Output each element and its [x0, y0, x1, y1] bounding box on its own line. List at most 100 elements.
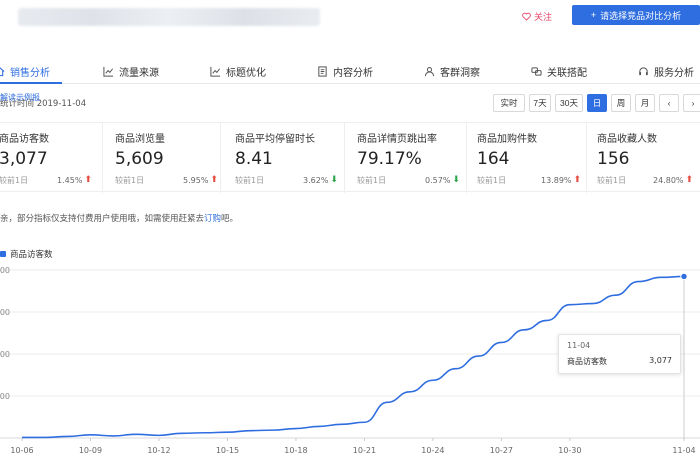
metric-compare: 较前1日 [357, 176, 387, 185]
line-chart-icon [103, 66, 114, 77]
tab-label: 销售分析 [10, 67, 50, 79]
legend-label: 商品访客数 [10, 250, 53, 260]
metric-pct: 5.95% [183, 175, 209, 185]
tab-related-matching[interactable]: 关联搭配 [531, 58, 587, 84]
tab-label: 内容分析 [333, 67, 373, 79]
tooltip-series: 商品访客数 [567, 357, 607, 366]
metric-compare: 较前1日 [597, 176, 627, 185]
period-30days-button[interactable]: 30天 [555, 94, 583, 112]
tab-label: 标题优化 [226, 67, 266, 79]
x-tick-label: 11-04 [672, 446, 695, 455]
tab-service-analysis[interactable]: 服务分析 [638, 58, 694, 84]
y-tick-label: 800 [0, 392, 10, 401]
metric-compare: 较前1日 [235, 176, 265, 185]
subscribe-link[interactable]: 订购 [204, 214, 221, 224]
period-day-button[interactable]: 日 [587, 94, 607, 112]
x-tick-label: 10-12 [147, 446, 170, 455]
metric-value: 8.41 [235, 149, 273, 169]
users-icon [424, 66, 435, 76]
paid-feature-notice: 亲，部分指标仅支持付费用户使用哦，如需使用赶紧去订购吧。 [0, 212, 238, 224]
metric-value: 164 [477, 149, 510, 169]
metric-change: 1.45% ⬆ [57, 175, 92, 185]
compare-button-label: 请选择竞品对比分析 [600, 10, 682, 21]
tab-customer-insight[interactable]: 客群洞察 [424, 58, 480, 84]
metric-avg-stay[interactable]: 商品平均停留时长 8.41 较前1日 3.62% ⬇ [221, 123, 345, 193]
follow-label: 关注 [534, 13, 553, 23]
analysis-tabs: 销售分析 流量来源 标题优化 内容分析 客群洞察 关联搭配 服务分析 [0, 58, 700, 84]
plus-icon: + [590, 10, 597, 20]
metric-compare: 较前1日 [477, 176, 507, 185]
notice-text: 亲，部分指标仅支持付费用户使用哦，如需使用赶紧去 [0, 214, 205, 224]
period-7days-button[interactable]: 7天 [529, 94, 551, 112]
tab-traffic-source[interactable]: 流量来源 [103, 58, 159, 84]
metric-change: 13.89% ⬆ [541, 175, 581, 185]
y-tick-label: 3,200 [0, 266, 10, 275]
blurred-product-title [18, 8, 320, 26]
metric-compare: 较前1日 [0, 176, 29, 185]
x-tick-label: 10-15 [216, 446, 239, 455]
arrow-down-icon: ⬇ [452, 175, 460, 185]
tab-label: 流量来源 [119, 67, 159, 79]
period-realtime-button[interactable]: 实时 [493, 94, 525, 112]
metric-label: 商品加购件数 [477, 134, 537, 145]
metric-change: 24.80% ⬆ [653, 175, 693, 185]
metric-change: 0.57% ⬇ [425, 175, 460, 185]
data-point-highlight[interactable] [680, 272, 688, 281]
period-week-button[interactable]: 周 [611, 94, 631, 112]
x-tick-label: 10-18 [284, 446, 307, 455]
tooltip-row: 商品访客数 3,077 [567, 356, 672, 367]
x-tick-label: 10-06 [10, 446, 33, 455]
tab-label: 关联搭配 [547, 67, 587, 79]
metric-value: 79.17% [357, 149, 422, 169]
notice-suffix: 吧。 [221, 214, 239, 224]
metric-visitors[interactable]: 商品访客数 3,077 较前1日 1.45% ⬆ [0, 123, 103, 193]
metric-pct: 24.80% [653, 175, 684, 185]
metric-pageviews[interactable]: 商品浏览量 5,609 较前1日 5.95% ⬆ [103, 123, 221, 193]
metric-change: 5.95% ⬆ [183, 175, 218, 185]
prev-period-button[interactable]: ‹ [659, 94, 679, 112]
metric-label: 商品浏览量 [115, 134, 165, 145]
y-tick-label: 2,400 [0, 308, 10, 317]
metric-pct: 1.45% [57, 175, 83, 185]
tab-content-analysis[interactable]: 内容分析 [317, 58, 373, 84]
tooltip-value: 3,077 [649, 356, 672, 365]
metric-pct: 3.62% [303, 175, 329, 185]
home-icon [0, 66, 5, 76]
heart-icon [522, 12, 531, 21]
top-bar: 关注 + 请选择竞品对比分析 [0, 0, 700, 36]
tab-label: 服务分析 [654, 67, 694, 79]
link-icon [531, 66, 542, 76]
period-selector: 实时 7天 30天 日 周 月 ‹ › [493, 94, 700, 112]
headset-icon [639, 66, 648, 75]
metric-compare: 较前1日 [115, 176, 145, 185]
chart-tooltip: 11-04 商品访客数 3,077 [558, 334, 681, 374]
x-tick-label: 10-09 [79, 446, 102, 455]
report-overlay-text: 解读示例报 [0, 93, 40, 102]
line-chart-icon [210, 66, 221, 77]
metric-pct: 0.57% [425, 175, 451, 185]
follow-button[interactable]: 关注 [522, 10, 552, 23]
metric-label: 商品详情页跳出率 [357, 134, 437, 145]
metrics-row: 商品访客数 3,077 较前1日 1.45% ⬆ 商品浏览量 5,609 较前1日… [0, 122, 700, 193]
metric-bounce-rate[interactable]: 商品详情页跳出率 79.17% 较前1日 0.57% ⬇ [345, 123, 467, 193]
arrow-up-icon: ⬆ [685, 175, 694, 185]
metric-value: 5,609 [115, 149, 164, 169]
y-tick-label: 1,600 [0, 350, 10, 359]
metric-favorites[interactable]: 商品收藏人数 156 较前1日 24.80% ⬆ [587, 123, 700, 193]
metric-value: 156 [597, 149, 630, 169]
tab-title-optimize[interactable]: 标题优化 [210, 58, 266, 84]
metric-pct: 13.89% [541, 175, 572, 185]
chart-legend[interactable]: 商品访客数 [0, 248, 53, 260]
period-month-button[interactable]: 月 [635, 94, 655, 112]
arrow-down-icon: ⬇ [330, 175, 338, 185]
metric-label: 商品收藏人数 [597, 134, 657, 145]
metric-cart-adds[interactable]: 商品加购件数 164 较前1日 13.89% ⬆ [467, 123, 587, 193]
metric-value: 3,077 [0, 149, 48, 169]
metric-label: 商品平均停留时长 [235, 134, 315, 145]
next-period-button[interactable]: › [683, 94, 700, 112]
arrow-up-icon: ⬆ [573, 175, 582, 185]
compare-competitor-button[interactable]: + 请选择竞品对比分析 [572, 5, 700, 25]
tab-sales-analysis[interactable]: 销售分析 [0, 58, 50, 84]
x-tick-label: 10-27 [490, 446, 513, 455]
x-tick-label: 10-30 [558, 446, 581, 455]
